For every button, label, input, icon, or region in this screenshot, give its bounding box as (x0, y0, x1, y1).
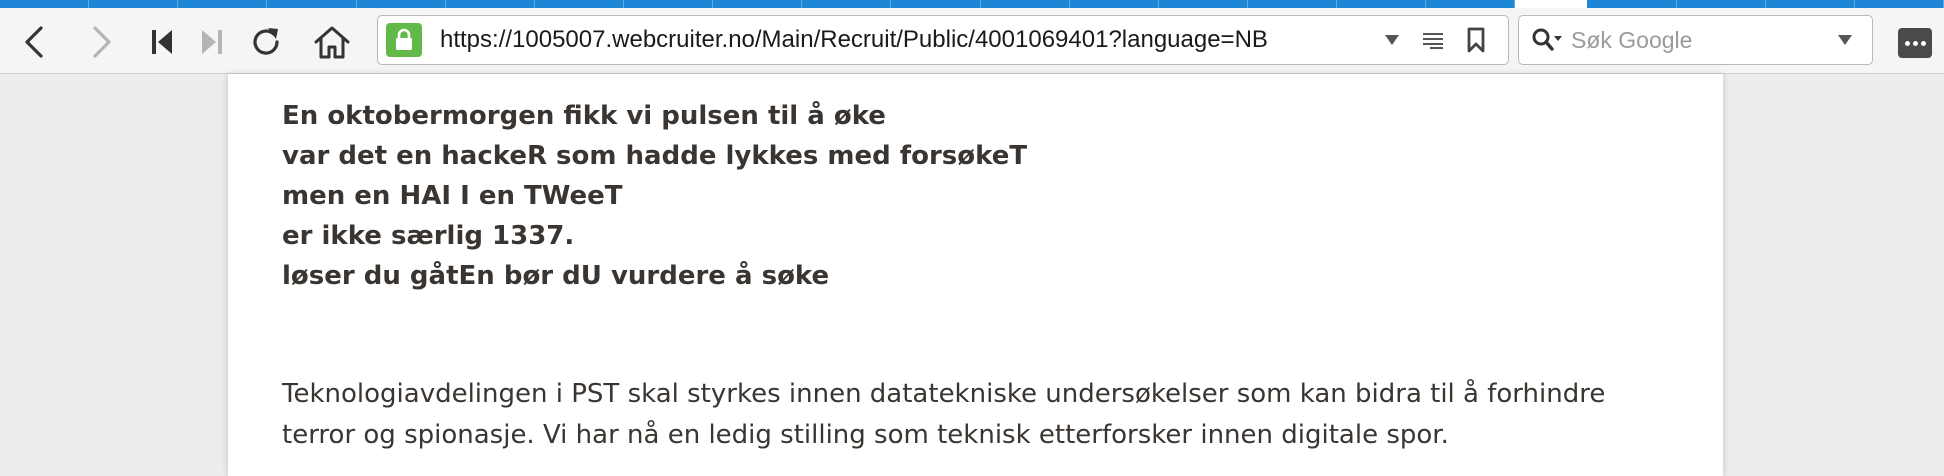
tab[interactable] (1426, 0, 1516, 8)
secure-connection-badge[interactable] (386, 23, 422, 57)
job-description-paragraph: Teknologiavdelingen i PST skal styrkes i… (282, 374, 1682, 456)
tab[interactable] (178, 0, 268, 8)
tab[interactable] (891, 0, 981, 8)
paragraph-line: Teknologiavdelingen i PST skal styrkes i… (282, 379, 1606, 409)
poem-line: En oktobermorgen fikk vi pulsen til å øk… (282, 101, 886, 131)
reload-icon (253, 28, 279, 55)
url-text[interactable]: https://1005007.webcruiter.no/Main/Recru… (440, 16, 1268, 64)
tab-strip (0, 0, 1944, 8)
lock-icon (396, 28, 412, 50)
poem-line: men en HAI I en TWeeT (282, 181, 623, 211)
skip-forward-button[interactable] (192, 22, 232, 62)
home-icon (314, 26, 350, 59)
tab[interactable] (1248, 0, 1338, 8)
riddle-poem: En oktobermorgen fikk vi pulsen til å øk… (282, 96, 1027, 296)
search-dropdown[interactable] (1831, 28, 1859, 52)
tab[interactable] (267, 0, 357, 8)
skip-back-button[interactable] (142, 22, 182, 62)
tab[interactable] (0, 0, 90, 8)
tab[interactable] (1159, 0, 1248, 8)
skip-forward-icon (202, 30, 222, 54)
tab[interactable] (802, 0, 892, 8)
home-button[interactable] (312, 22, 352, 62)
more-menu-icon (1912, 40, 1918, 46)
page-viewport[interactable]: En oktobermorgen fikk vi pulsen til å øk… (0, 74, 1944, 476)
tab[interactable] (1070, 0, 1159, 8)
skip-back-icon (152, 30, 172, 54)
reader-view-button[interactable] (1418, 28, 1448, 52)
back-arrow-icon (25, 26, 43, 58)
search-engine-button[interactable] (1529, 26, 1565, 54)
more-menu-icon (1920, 40, 1926, 46)
chevron-down-icon (1838, 35, 1852, 45)
reload-button[interactable] (246, 22, 286, 62)
tab[interactable] (624, 0, 714, 8)
tab[interactable] (1337, 0, 1427, 8)
forward-arrow-icon (93, 26, 111, 58)
tab[interactable] (1677, 0, 1766, 8)
tab[interactable] (357, 0, 446, 8)
poem-line: var det en hackeR som hadde lykkes med f… (282, 141, 1028, 171)
tab[interactable] (713, 0, 803, 8)
bookmark-button[interactable] (1461, 26, 1491, 54)
more-menu-button[interactable] (1898, 28, 1932, 58)
tab[interactable] (535, 0, 624, 8)
more-menu-icon (1904, 40, 1910, 46)
url-history-dropdown[interactable] (1378, 28, 1406, 52)
search-icon (1532, 28, 1562, 51)
tab[interactable] (89, 0, 179, 8)
bookmark-icon (1467, 27, 1485, 53)
search-input[interactable] (1571, 20, 1811, 60)
url-bar[interactable]: https://1005007.webcruiter.no/Main/Recru… (377, 15, 1509, 65)
tab[interactable] (981, 0, 1070, 8)
tab[interactable] (1766, 0, 1855, 8)
tab[interactable] (1587, 0, 1677, 8)
poem-line: er ikke særlig 1337. (282, 221, 575, 251)
back-button[interactable] (14, 22, 54, 62)
paragraph-line: terror og spionasje. Vi har nå en ledig … (282, 420, 1449, 450)
article: En oktobermorgen fikk vi pulsen til å øk… (228, 74, 1723, 476)
chevron-down-icon (1385, 35, 1399, 45)
poem-line: løser du gåtEn bør dU vurdere å søke (282, 261, 830, 291)
tab[interactable] (446, 0, 535, 8)
search-bar[interactable] (1518, 15, 1873, 65)
forward-button[interactable] (82, 22, 122, 62)
tab-active[interactable] (1515, 0, 1588, 8)
browser-toolbar: https://1005007.webcruiter.no/Main/Recru… (0, 8, 1944, 74)
tab[interactable] (1855, 0, 1944, 8)
reader-view-icon (1423, 33, 1443, 49)
